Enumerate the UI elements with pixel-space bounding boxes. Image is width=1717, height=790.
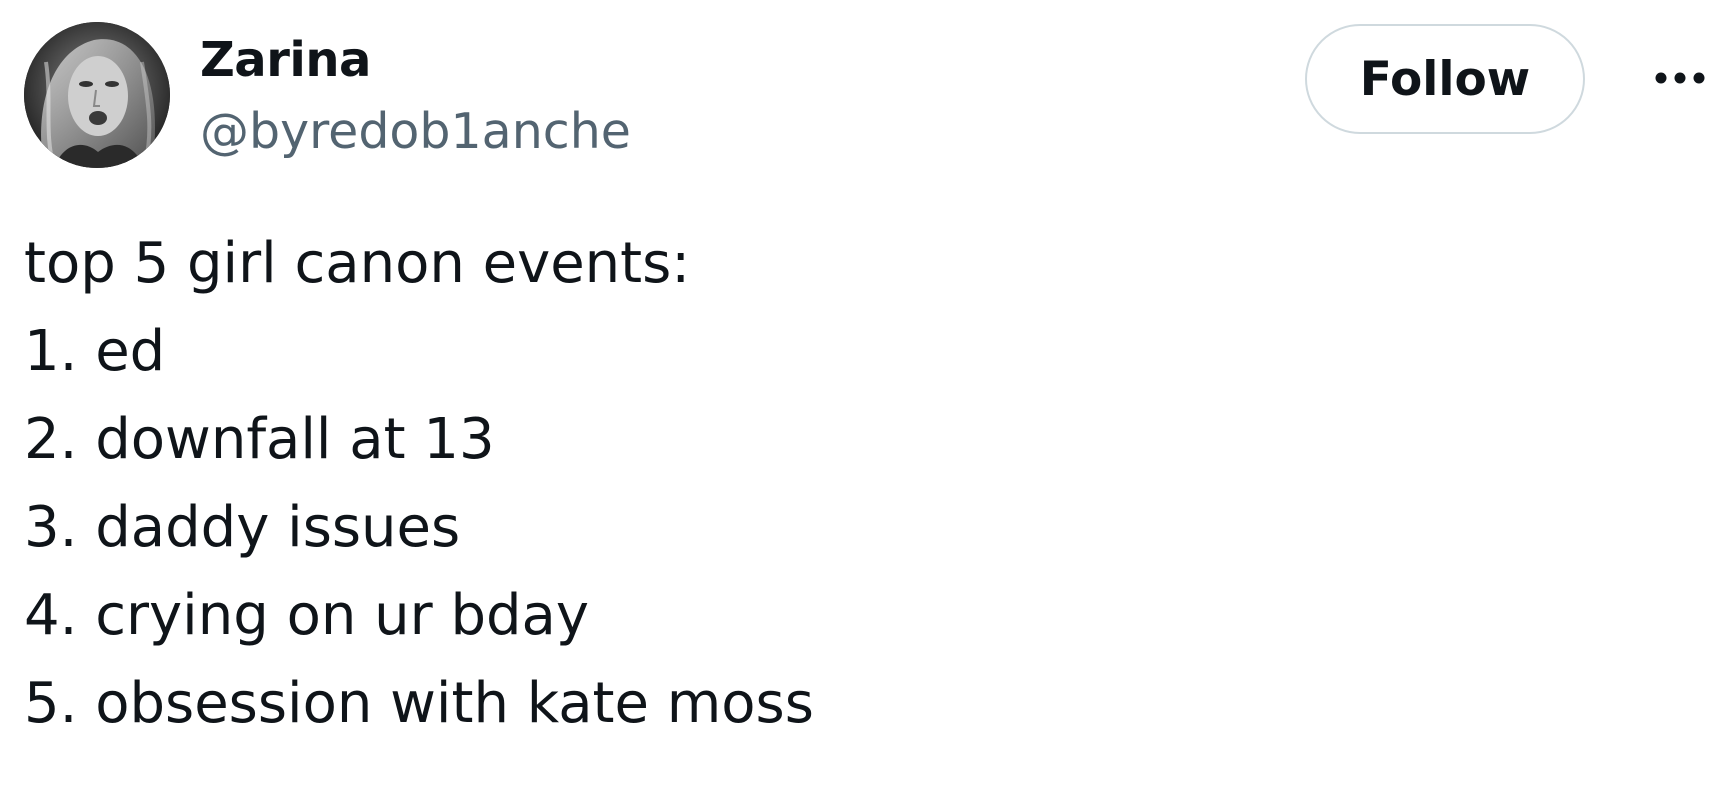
avatar[interactable] xyxy=(24,22,170,168)
tweet-line: 4. crying on ur bday xyxy=(24,583,590,648)
tweet-line: 1. ed xyxy=(24,319,166,384)
author-name[interactable]: Zarina xyxy=(200,28,371,92)
tweet-line: 2. downfall at 13 xyxy=(24,407,495,472)
tweet-text: top 5 girl canon events: 1. ed 2. downfa… xyxy=(24,220,814,748)
follow-button[interactable]: Follow xyxy=(1305,24,1585,134)
more-options-icon xyxy=(1655,72,1705,84)
more-options-button[interactable] xyxy=(1650,58,1710,98)
tweet-line: 5. obsession with kate moss xyxy=(24,671,814,736)
tweet-card: Zarina @byredob1anche Follow top 5 girl … xyxy=(0,0,1717,790)
author-handle[interactable]: @byredob1anche xyxy=(200,100,631,164)
avatar-photo-icon xyxy=(24,22,170,168)
tweet-line: top 5 girl canon events: xyxy=(24,231,691,296)
tweet-line: 3. daddy issues xyxy=(24,495,461,560)
